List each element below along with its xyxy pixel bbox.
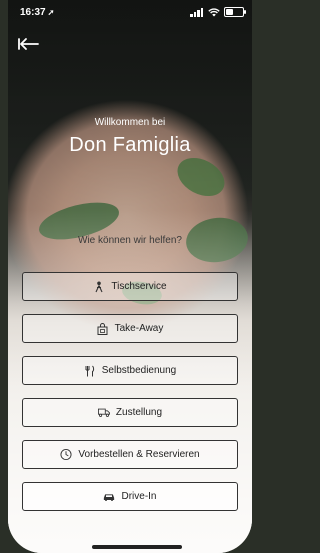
clock-icon <box>60 448 72 461</box>
status-time: 16:37 ➚ <box>20 7 54 18</box>
restaurant-name: Don Famiglia <box>69 134 191 156</box>
welcome-text: Willkommen bei <box>94 117 166 128</box>
option-label: Drive-In <box>121 491 157 502</box>
home-indicator[interactable] <box>92 545 182 549</box>
option-label: Selbstbedienung <box>101 365 177 376</box>
time-text: 16:37 <box>20 7 46 18</box>
option-label: Vorbestellen & Reservieren <box>78 449 200 460</box>
status-bar: 16:37 ➚ <box>8 0 252 24</box>
back-button[interactable] <box>16 36 44 56</box>
car-icon <box>103 491 115 503</box>
option-take-away-button[interactable]: Take-Away <box>22 314 238 343</box>
cellular-signal-icon <box>190 7 204 17</box>
cutlery-icon <box>84 365 96 377</box>
waiter-icon <box>93 281 105 293</box>
option-drive-in-button[interactable]: Drive-In <box>22 482 238 511</box>
option-selbstbedienung-button[interactable]: Selbstbedienung <box>22 356 238 385</box>
takeaway-bag-icon <box>97 322 109 335</box>
back-arrow-icon <box>18 38 39 50</box>
option-label: Zustellung <box>115 407 163 418</box>
battery-icon <box>224 7 246 17</box>
option-label: Take-Away <box>114 323 164 334</box>
app-screen: 16:37 ➚ Willkommen bei Don Famiglia Wie k… <box>8 0 252 553</box>
battery-fill <box>226 9 233 15</box>
option-vorbestellen-reservieren-button[interactable]: Vorbestellen & Reservieren <box>22 440 238 469</box>
option-tischservice-button[interactable]: Tischservice <box>22 272 238 301</box>
location-arrow-icon: ➚ <box>47 8 55 17</box>
help-question: Wie können wir helfen? <box>78 235 182 246</box>
wifi-icon <box>208 7 220 16</box>
status-icons <box>190 7 246 17</box>
delivery-truck-icon <box>97 407 110 419</box>
option-zustellung-button[interactable]: Zustellung <box>22 398 238 427</box>
option-label: Tischservice <box>111 281 167 292</box>
